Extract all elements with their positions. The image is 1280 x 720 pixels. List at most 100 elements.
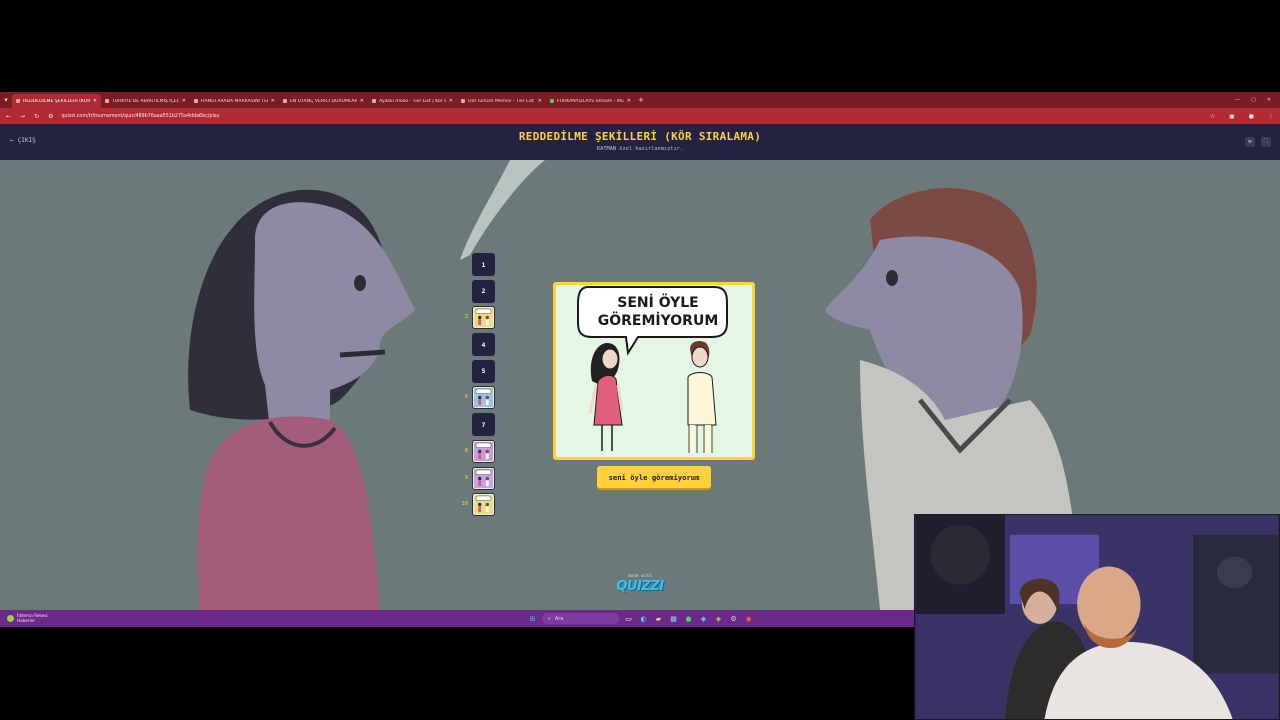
reload-icon[interactable]: ↻: [34, 113, 39, 120]
rank-slot-empty[interactable]: 7: [472, 413, 495, 437]
browser-tab-strip: ▾ REDDEDİLME ŞEKİLLERİ (KÖR S ✕ TÜRKİYE'DE…: [0, 92, 1280, 108]
app-icon-2[interactable]: ◈: [713, 613, 724, 624]
tab-favicon-icon: [283, 99, 287, 103]
back-icon[interactable]: ←: [6, 113, 11, 120]
rank-row: 4: [458, 333, 498, 357]
nav-buttons: ← → ↻ ⚙: [6, 113, 53, 120]
rank-slot-filled[interactable]: [472, 439, 495, 463]
tab-menu-icon[interactable]: ▾: [0, 92, 12, 108]
close-window-icon[interactable]: ✕: [1267, 97, 1271, 103]
url-field[interactable]: quizzi.com/tr/tournament/quiz/489b76aaa5…: [61, 114, 219, 119]
rank-number: 9: [464, 474, 468, 481]
rank-number: 3: [464, 314, 468, 321]
rank-slot-filled[interactable]: [472, 493, 495, 517]
rank-slot-filled[interactable]: [472, 306, 495, 330]
browser-menu-icon[interactable]: ⋮: [1268, 113, 1274, 120]
tab-close-icon[interactable]: ✕: [449, 98, 453, 104]
rank-slot-empty[interactable]: 2: [472, 279, 495, 303]
rank-slot-number: 5: [481, 367, 486, 376]
header-actions: ⚑ ⛶: [1245, 137, 1271, 147]
browser-tab[interactable]: EN UTANÇ VERİCİ DURUMLAR ✕: [279, 94, 368, 108]
rank-row: 7: [458, 413, 498, 437]
task-view-icon[interactable]: ▭: [623, 613, 634, 624]
file-explorer-icon[interactable]: ▰: [653, 613, 664, 624]
flag-icon[interactable]: ⚑: [1245, 137, 1255, 147]
item-card[interactable]: SENİ ÖYLE GÖREMİYORUM: [553, 282, 755, 460]
tab-title: FURKANYIZLAYS Stream - Mus: [557, 98, 624, 104]
rank-thumbnail-image: [474, 468, 493, 488]
weather-icon: [7, 614, 14, 622]
rank-slot-filled[interactable]: [472, 466, 495, 490]
tab-close-icon[interactable]: ✕: [360, 98, 364, 104]
rank-slot-filled[interactable]: [472, 386, 495, 410]
new-tab-icon[interactable]: +: [638, 96, 644, 104]
item-card-image: SENİ ÖYLE GÖREMİYORUM: [556, 285, 752, 457]
rank-row: 10: [458, 493, 498, 517]
maximize-icon[interactable]: ▢: [1251, 97, 1256, 103]
made-with-branding[interactable]: made with QUIZZI: [600, 574, 680, 594]
rank-thumbnail-image: [474, 495, 493, 515]
tab-favicon-icon: [194, 99, 198, 103]
address-bar: ← → ↻ ⚙ quizzi.com/tr/tournament/quiz/48…: [0, 108, 1280, 124]
profile-icon[interactable]: ●: [1249, 113, 1254, 120]
browser-tab[interactable]: TÜRKİYE'DE ABARTILMIŞ İÇECE ✕: [101, 94, 190, 108]
rank-number: 8: [464, 447, 468, 454]
rank-slot-number: 2: [481, 287, 486, 296]
app-icon[interactable]: ◆: [698, 613, 709, 624]
taskbar-search[interactable]: ⌕ Ara: [542, 613, 619, 624]
rank-row: 5: [458, 359, 498, 383]
rank-row: 1: [458, 253, 498, 276]
windows-start-icon[interactable]: ⊞: [527, 613, 538, 624]
fullscreen-icon[interactable]: ⛶: [1261, 137, 1271, 147]
tab-favicon-icon: [550, 99, 554, 103]
webcam-feed-image: [915, 515, 1279, 719]
browser-tab[interactable]: Old Turkish Memes - Tier List | ✕: [457, 94, 546, 108]
tab-title: TÜRKİYE'DE ABARTILMIŞ İÇECE: [112, 98, 179, 104]
browser-tab[interactable]: REDDEDİLME ŞEKİLLERİ (KÖR S ✕: [12, 94, 101, 108]
page-subtitle: KATMAN özel hazırlanmıştır.: [596, 146, 684, 152]
tab-close-icon[interactable]: ✕: [182, 98, 186, 104]
tab-title: Ayakkı moko - Tier List | Kör Sı: [379, 98, 446, 104]
browser-tab[interactable]: HANGİ ARABA MARKASINI TERC ✕: [190, 94, 279, 108]
bookmark-star-icon[interactable]: ☆: [1210, 113, 1215, 120]
tab-list: REDDEDİLME ŞEKİLLERİ (KÖR S ✕ TÜRKİYE'DE A…: [12, 92, 635, 108]
rank-slot-empty[interactable]: 4: [472, 333, 495, 357]
rank-thumbnail-image: [474, 308, 493, 328]
rank-slot-empty[interactable]: 1: [472, 253, 495, 276]
extensions-icon[interactable]: ▣: [1229, 113, 1235, 120]
tab-close-icon[interactable]: ✕: [538, 98, 542, 104]
minimize-icon[interactable]: —: [1235, 97, 1240, 103]
tab-favicon-icon: [461, 99, 465, 103]
rank-slot-number: 7: [481, 420, 486, 429]
site-header: ← ÇIKIŞ REDDEDİLME ŞEKİLLERİ (KÖR SIRALA…: [0, 124, 1280, 160]
tab-favicon-icon: [372, 99, 376, 103]
weather-widget[interactable]: İddema Rekesi Haberler: [7, 613, 48, 623]
rank-row: 2: [458, 279, 498, 303]
rank-row: 8: [458, 439, 498, 463]
tab-close-icon[interactable]: ✕: [271, 98, 275, 104]
settings-icon[interactable]: ⚙: [728, 613, 739, 624]
tab-close-icon[interactable]: ✕: [93, 98, 97, 104]
rank-thumbnail-image: [474, 441, 493, 461]
tab-favicon-icon: [105, 99, 109, 103]
search-icon: ⌕: [548, 615, 551, 622]
window-controls: — ▢ ✕: [1235, 97, 1280, 103]
chrome-icon[interactable]: ◉: [743, 613, 754, 624]
browser-tab[interactable]: FURKANYIZLAYS Stream - Mus ✕: [546, 94, 635, 108]
tab-title: HANGİ ARABA MARKASINI TERC: [201, 98, 268, 104]
rank-list: 1 2 3 4 5 6 7 8 9 10: [458, 253, 498, 520]
tab-close-icon[interactable]: ✕: [627, 98, 631, 104]
rank-slot-empty[interactable]: 5: [472, 359, 495, 383]
spotify-icon[interactable]: ●: [683, 613, 694, 624]
toolbar-icons: ☆ ▣ ● ⋮: [1210, 113, 1274, 120]
rank-thumbnail-image: [474, 388, 493, 408]
site-info-icon[interactable]: ⚙: [48, 113, 53, 120]
choice-button[interactable]: seni öyle göremiyorum: [597, 466, 711, 488]
store-icon[interactable]: ▦: [668, 613, 679, 624]
forward-icon[interactable]: →: [20, 113, 25, 120]
quizzi-logo: QUIZZI: [616, 579, 664, 594]
edge-icon[interactable]: ◐: [638, 613, 649, 624]
webcam-overlay: [914, 514, 1280, 720]
page-title: REDDEDİLME ŞEKİLLERİ (KÖR SIRALAMA): [518, 130, 762, 143]
browser-tab[interactable]: Ayakkı moko - Tier List | Kör Sı ✕: [368, 94, 457, 108]
